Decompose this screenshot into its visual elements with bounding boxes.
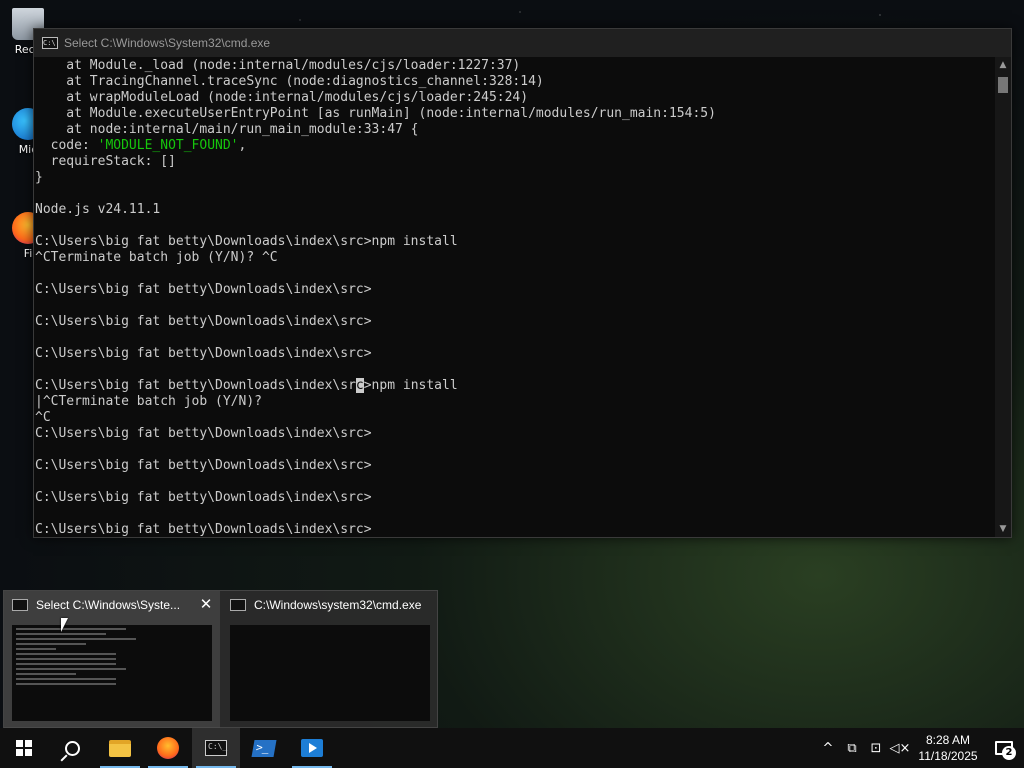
meet-now-icon[interactable]: ⧉: [840, 728, 864, 768]
cmd-window-title: Select C:\Windows\System32\cmd.exe: [64, 36, 271, 50]
volume-muted-icon[interactable]: ◁×: [888, 728, 912, 768]
console-line: C:\Users\big fat betty\Downloads\index\s…: [35, 458, 372, 473]
cmd-titlebar[interactable]: C:\ Select C:\Windows\System32\cmd.exe: [34, 29, 1011, 57]
taskbar: C:\_ >_ ^ ⧉ ⊡ ◁× 8:28 AM 11/18/2025 2: [0, 728, 1024, 768]
thumbnail-preview: [12, 625, 212, 721]
action-center-button[interactable]: 2: [984, 728, 1024, 768]
start-button[interactable]: [0, 728, 48, 768]
scroll-down-icon[interactable]: ▼: [995, 521, 1011, 537]
network-disconnected-icon[interactable]: ⊡: [864, 728, 888, 768]
system-tray: ^ ⧉ ⊡ ◁× 8:28 AM 11/18/2025 2: [816, 728, 1024, 768]
taskbar-firefox[interactable]: [144, 728, 192, 768]
console-line: C:\Users\big fat betty\Downloads\index\s…: [35, 314, 372, 329]
console-line: at Module._load (node:internal/modules/c…: [35, 58, 521, 73]
media-icon: [301, 739, 323, 757]
taskbar-cmd[interactable]: C:\_: [192, 728, 240, 768]
console-line: }: [35, 170, 43, 185]
console-line: C:\Users\big fat betty\Downloads\index\s…: [35, 490, 372, 505]
cmd-window[interactable]: C:\ Select C:\Windows\System32\cmd.exe a…: [33, 28, 1012, 538]
console-line: C:\Users\big fat betty\Downloads\index\s…: [35, 234, 458, 249]
clock-date: 11/18/2025: [918, 749, 978, 763]
console-line: at TracingChannel.traceSync (node:diagno…: [35, 74, 544, 89]
taskbar-powershell[interactable]: >_: [240, 728, 288, 768]
firefox-icon: [157, 737, 179, 759]
thumbnail-cmd[interactable]: C:\Windows\system32\cmd.exe: [222, 591, 438, 729]
scrollbar-thumb[interactable]: [998, 77, 1008, 93]
clock[interactable]: 8:28 AM 11/18/2025: [912, 732, 984, 764]
close-icon[interactable]: ✕: [198, 597, 214, 613]
mouse-pointer-icon: [61, 618, 68, 632]
cmd-console-output[interactable]: at Module._load (node:internal/modules/c…: [34, 57, 995, 537]
thumbnail-select-cmd[interactable]: Select C:\Windows\Syste... ✕: [4, 591, 220, 729]
taskbar-media[interactable]: [288, 728, 336, 768]
file-explorer-icon: [109, 739, 131, 757]
search-icon: [64, 740, 80, 756]
console-line: at Module.executeUserEntryPoint [as runM…: [35, 106, 716, 121]
thumbnail-title: C:\Windows\system32\cmd.exe: [254, 598, 422, 612]
console-line: at node:internal/main/run_main_module:33…: [35, 122, 419, 137]
notification-count-badge: 2: [1002, 746, 1016, 760]
console-line: C:\Users\big fat betty\Downloads\index\s…: [35, 282, 372, 297]
console-line: code: 'MODULE_NOT_FOUND',: [35, 138, 247, 153]
selection-cursor: c: [355, 378, 364, 393]
scroll-up-icon[interactable]: ▲: [995, 57, 1011, 73]
console-line: Node.js v24.11.1: [35, 202, 161, 217]
clock-time: 8:28 AM: [925, 733, 971, 747]
cmd-icon: C:\_: [205, 740, 227, 756]
console-line: at wrapModuleLoad (node:internal/modules…: [35, 90, 529, 105]
console-line: C:\Users\big fat betty\Downloads\index\s…: [35, 346, 372, 361]
cmd-scrollbar[interactable]: ▲ ▼: [995, 57, 1011, 537]
console-line: C:\Users\big fat betty\Downloads\index\s…: [35, 426, 372, 441]
cmd-app-icon: C:\: [42, 37, 58, 49]
console-line: |^CTerminate batch job (Y/N)?: [35, 394, 262, 409]
taskbar-file-explorer[interactable]: [96, 728, 144, 768]
console-line: C:\Users\big fat betty\Downloads\index\s…: [35, 378, 458, 393]
windows-logo-icon: [16, 740, 32, 756]
console-line: C:\Users\big fat betty\Downloads\index\s…: [35, 522, 372, 537]
powershell-icon: >_: [251, 739, 277, 757]
console-line: ^CTerminate batch job (Y/N)? ^C: [35, 250, 278, 265]
console-line: requireStack: []: [35, 154, 176, 169]
cmd-icon: [230, 599, 246, 611]
show-hidden-icons-chevron-icon[interactable]: ^: [816, 728, 840, 768]
console-line: ^C: [35, 410, 51, 425]
error-code-value: 'MODULE_NOT_FOUND': [97, 138, 239, 153]
thumbnail-title: Select C:\Windows\Syste...: [36, 598, 181, 612]
thumbnail-preview: [230, 625, 430, 721]
cmd-icon: [12, 599, 28, 611]
search-button[interactable]: [48, 728, 96, 768]
taskbar-thumbnail-popup: Select C:\Windows\Syste... ✕ C:\Windows\…: [3, 590, 438, 729]
